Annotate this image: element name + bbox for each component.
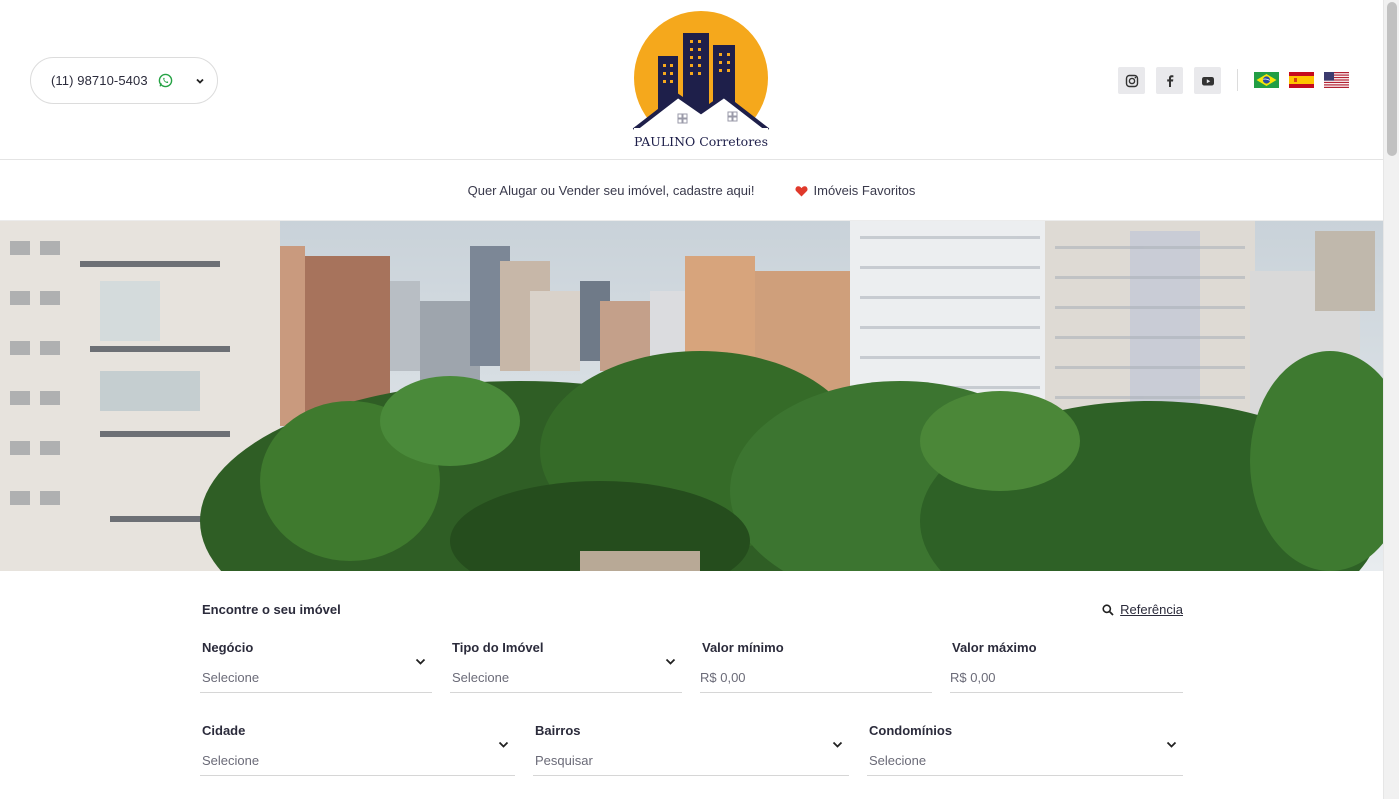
scrollbar-thumb[interactable] <box>1387 2 1397 156</box>
negocio-select[interactable]: Negócio Selecione <box>200 640 432 693</box>
register-property-label: Quer Alugar ou Vender seu imóvel, cadast… <box>467 183 755 198</box>
favorites-label: Imóveis Favoritos <box>813 183 916 198</box>
valor-minimo-label: Valor mínimo <box>702 640 784 655</box>
facebook-button[interactable] <box>1156 67 1183 94</box>
valor-maximo-placeholder: R$ 0,00 <box>950 670 996 685</box>
valor-maximo-input[interactable]: Valor máximo R$ 0,00 <box>950 640 1183 693</box>
city-skyline-image <box>0 221 1383 571</box>
facebook-icon <box>1166 74 1173 87</box>
bairros-label: Bairros <box>535 723 581 738</box>
hero-image <box>0 221 1383 571</box>
tipo-imovel-value: Selecione <box>452 670 510 685</box>
chevron-down-icon <box>415 658 426 665</box>
usa-flag-icon[interactable] <box>1324 72 1349 88</box>
brazil-flag-icon[interactable] <box>1254 72 1279 88</box>
building-logo-icon <box>632 11 770 145</box>
language-selector <box>1254 72 1349 88</box>
phone-dropdown[interactable]: (11) 98710-5403 <box>30 57 218 104</box>
cidade-value: Selecione <box>202 753 260 768</box>
phone-number: (11) 98710-5403 <box>51 73 148 88</box>
valor-minimo-placeholder: R$ 0,00 <box>700 670 746 685</box>
brand-logo[interactable]: PAULINO Corretores <box>630 8 772 153</box>
social-links <box>1118 67 1221 94</box>
header-divider <box>1237 69 1238 91</box>
youtube-icon <box>1201 76 1214 85</box>
cidade-label: Cidade <box>202 723 246 738</box>
logo-text: PAULINO Corretores <box>634 134 768 149</box>
secondary-nav: Quer Alugar ou Vender seu imóvel, cadast… <box>0 161 1383 221</box>
register-property-link[interactable]: Quer Alugar ou Vender seu imóvel, cadast… <box>468 183 755 198</box>
valor-maximo-label: Valor máximo <box>952 640 1037 655</box>
instagram-button[interactable] <box>1118 67 1145 94</box>
condominios-label: Condomínios <box>869 723 953 738</box>
chevron-down-icon <box>196 78 204 84</box>
condominios-value: Selecione <box>869 753 927 768</box>
reference-search-link[interactable]: Referência <box>1102 602 1183 617</box>
cidade-select[interactable]: Cidade Selecione <box>200 723 515 776</box>
site-header: (11) 98710-5403 PAULINO Corretores <box>0 0 1383 160</box>
favorites-link[interactable]: Imóveis Favoritos <box>794 183 916 198</box>
bairros-placeholder: Pesquisar <box>535 753 593 768</box>
youtube-button[interactable] <box>1194 67 1221 94</box>
page-scrollbar[interactable] <box>1383 0 1399 799</box>
negocio-value: Selecione <box>202 670 260 685</box>
chevron-down-icon <box>1166 741 1177 748</box>
spain-flag-icon[interactable] <box>1289 72 1314 88</box>
bairros-search[interactable]: Bairros Pesquisar <box>533 723 849 776</box>
reference-label: Referência <box>1120 602 1183 617</box>
search-icon <box>1102 603 1114 616</box>
chevron-down-icon <box>665 658 676 665</box>
chevron-down-icon <box>498 741 509 748</box>
whatsapp-icon <box>158 73 172 88</box>
instagram-icon <box>1125 74 1138 87</box>
search-title: Encontre o seu imóvel <box>202 602 341 617</box>
chevron-down-icon <box>832 741 843 748</box>
heart-icon <box>794 185 808 196</box>
tipo-imovel-select[interactable]: Tipo do Imóvel Selecione <box>450 640 682 693</box>
negocio-label: Negócio <box>202 640 254 655</box>
condominios-select[interactable]: Condomínios Selecione <box>867 723 1183 776</box>
tipo-imovel-label: Tipo do Imóvel <box>452 640 544 655</box>
valor-minimo-input[interactable]: Valor mínimo R$ 0,00 <box>700 640 932 693</box>
